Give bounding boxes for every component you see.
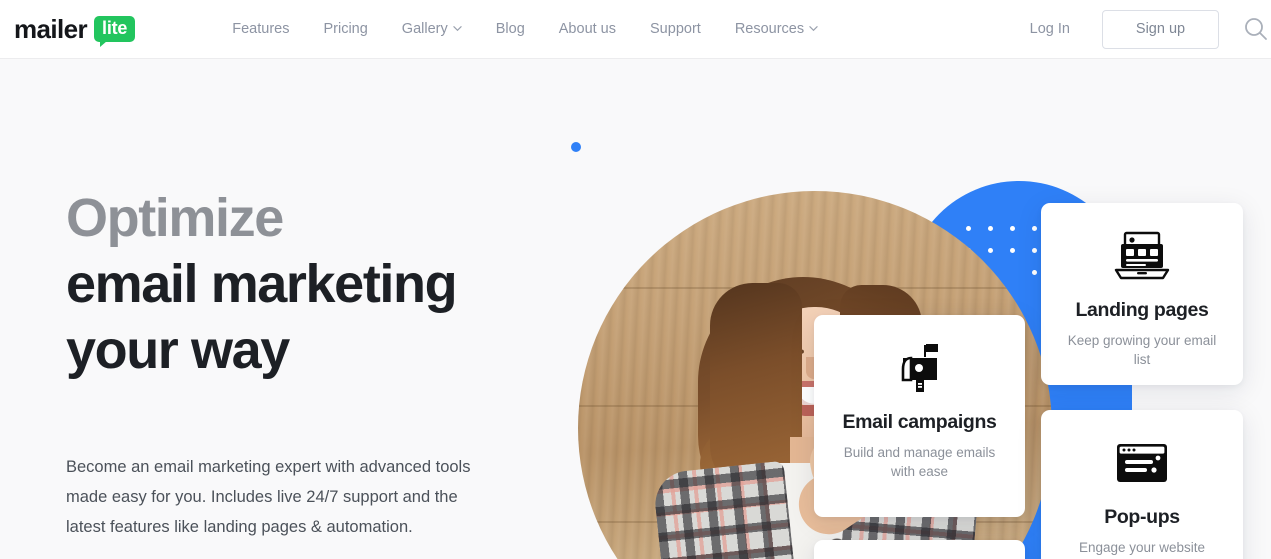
headline-line-2: email marketing — [66, 253, 458, 314]
login-link[interactable]: Log In — [1014, 21, 1086, 37]
nav-item-blog[interactable]: Blog — [479, 21, 542, 37]
chevron-down-icon — [453, 24, 462, 33]
nav-item-gallery[interactable]: Gallery — [385, 21, 479, 37]
nav-label: Resources — [734, 21, 805, 37]
site-logo[interactable]: mailer lite — [14, 13, 136, 48]
site-header: mailer lite Features Pricing Gallery Blo… — [0, 0, 1271, 59]
feature-card-automation[interactable] — [814, 540, 1025, 559]
card-title: Pop-ups — [1104, 506, 1180, 528]
card-subtitle: Build and manage emails with ease — [843, 445, 996, 479]
logo-wordmark: mailer — [14, 13, 88, 44]
card-subtitle: Engage your website visitors — [1078, 540, 1206, 555]
nav-label: Blog — [495, 21, 525, 37]
nav-item-pricing[interactable]: Pricing — [306, 21, 384, 37]
feature-card-popups[interactable]: Pop-ups Engage your website visitors — [1041, 410, 1243, 559]
hero-copy: Optimize email marketing your way — [66, 186, 566, 384]
feature-card-landing-pages[interactable]: Landing pages Keep growing your email li… — [1041, 203, 1243, 385]
header-actions: Log In Sign up — [1014, 9, 1271, 49]
nav-label: Gallery — [401, 21, 448, 37]
headline-line-3: your way — [66, 319, 290, 380]
nav-item-support[interactable]: Support — [633, 21, 718, 37]
logo-badge: lite — [94, 15, 136, 48]
feature-card-email-campaigns[interactable]: Email campaigns Build and manage emails … — [814, 315, 1025, 517]
nav-label: Features — [232, 21, 290, 37]
card-title: Email campaigns — [842, 411, 997, 433]
nav-item-resources[interactable]: Resources — [718, 21, 835, 37]
hero-section: Optimize email marketing your way Become… — [0, 59, 1271, 559]
nav-item-features[interactable]: Features — [215, 21, 306, 37]
main-navigation: Features Pricing Gallery Blog About us S… — [215, 21, 835, 37]
browser-window-icon — [1041, 432, 1243, 496]
nav-label: Pricing — [323, 21, 368, 37]
nav-label: Support — [650, 21, 701, 37]
page-title: Optimize email marketing your way — [66, 186, 566, 384]
card-title: Landing pages — [1075, 299, 1209, 321]
landing-page-icon — [1041, 225, 1243, 289]
headline-rotating-word: Optimize — [66, 188, 284, 248]
mailbox-icon — [814, 337, 1025, 401]
search-icon[interactable] — [1241, 14, 1271, 44]
nav-label: About us — [558, 21, 617, 37]
signup-button[interactable]: Sign up — [1102, 9, 1219, 49]
nav-item-about-us[interactable]: About us — [542, 21, 633, 37]
blue-dot-decoration — [571, 142, 581, 152]
card-subtitle: Keep growing your email list — [1067, 333, 1217, 367]
chevron-down-icon — [809, 24, 818, 33]
hero-paragraph: Become an email marketing expert with ad… — [66, 458, 471, 536]
